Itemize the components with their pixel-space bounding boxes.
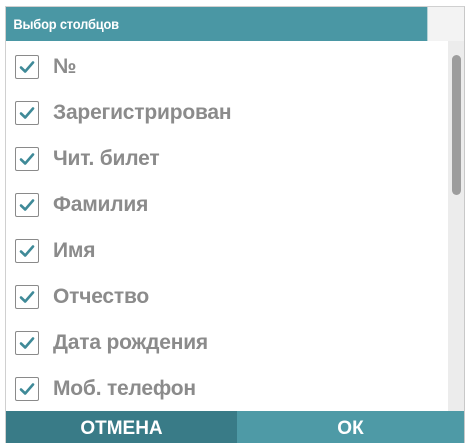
- checkmark-icon: [19, 383, 35, 395]
- column-label-number: №: [53, 55, 77, 78]
- dialog-title: Выбор столбцов: [6, 7, 428, 41]
- column-item-last-name[interactable]: Фамилия: [6, 185, 448, 225]
- dialog-footer: ОТМЕНА ОК: [6, 411, 464, 443]
- column-label-last-name: Фамилия: [53, 193, 149, 216]
- cancel-button[interactable]: ОТМЕНА: [6, 411, 237, 443]
- ok-button[interactable]: ОК: [236, 411, 464, 443]
- checkbox-registered[interactable]: [15, 101, 39, 125]
- checkmark-icon: [19, 153, 35, 165]
- column-label-mobile-phone: Моб. телефон: [53, 377, 196, 400]
- checkmark-icon: [19, 245, 35, 257]
- columns-list[interactable]: № Зарегистрирован Чит. билет Фамилия Имя…: [6, 41, 448, 411]
- column-label-birth-date: Дата рождения: [53, 331, 208, 354]
- checkmark-icon: [19, 291, 35, 303]
- checkbox-mobile-phone[interactable]: [15, 377, 39, 401]
- checkbox-last-name[interactable]: [15, 193, 39, 217]
- checkbox-patronymic[interactable]: [15, 285, 39, 309]
- column-item-patronymic[interactable]: Отчество: [6, 277, 448, 317]
- checkmark-icon: [19, 107, 35, 119]
- checkbox-number[interactable]: [15, 55, 39, 79]
- column-item-birth-date[interactable]: Дата рождения: [6, 323, 448, 363]
- checkmark-icon: [19, 61, 35, 73]
- column-item-registered[interactable]: Зарегистрирован: [6, 93, 448, 133]
- column-chooser-dialog: Выбор столбцов № Зарегистрирован Чит. би…: [5, 6, 465, 443]
- column-label-first-name: Имя: [53, 239, 96, 262]
- column-label-registered: Зарегистрирован: [53, 101, 232, 124]
- column-item-first-name[interactable]: Имя: [6, 231, 448, 271]
- checkmark-icon: [19, 199, 35, 211]
- column-item-mobile-phone[interactable]: Моб. телефон: [6, 369, 448, 409]
- scrollbar-thumb[interactable]: [452, 55, 461, 195]
- column-item-number[interactable]: №: [6, 47, 448, 87]
- checkmark-icon: [19, 337, 35, 349]
- column-item-library-card[interactable]: Чит. билет: [6, 139, 448, 179]
- checkbox-first-name[interactable]: [15, 239, 39, 263]
- column-label-patronymic: Отчество: [53, 285, 150, 308]
- checkbox-birth-date[interactable]: [15, 331, 39, 355]
- column-label-library-card: Чит. билет: [53, 147, 160, 170]
- checkbox-library-card[interactable]: [15, 147, 39, 171]
